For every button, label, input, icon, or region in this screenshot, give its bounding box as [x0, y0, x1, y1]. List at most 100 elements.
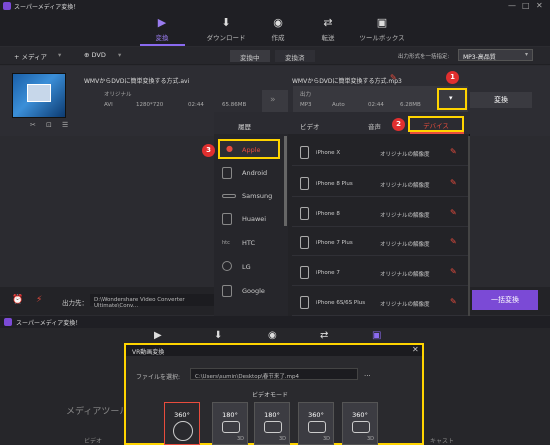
camera-icon [222, 421, 240, 433]
edit-icon[interactable]: ✎ [450, 208, 457, 217]
htc-logo-icon: htc [222, 240, 230, 246]
camera-icon [264, 421, 282, 433]
effect-icon[interactable]: ☰ [62, 121, 68, 129]
nav-label: ツールボックス [359, 34, 405, 42]
mode-degree: 180° [264, 411, 280, 419]
tab-converted[interactable]: 変換済 [275, 50, 315, 62]
device-row[interactable]: iPhone 7 オリジナルの解像度 ✎ [292, 260, 468, 286]
dvd-dropdown-icon[interactable]: ▾ [118, 51, 121, 59]
device-row[interactable]: iPhone 8 オリジナルの解像度 ✎ [292, 201, 468, 227]
alarm-clock-icon[interactable]: ⏰ [12, 295, 23, 305]
brand-samsung[interactable]: Samsung [214, 185, 286, 207]
device-name: iPhone X [316, 150, 341, 156]
convert-button[interactable]: 変換 [470, 92, 532, 108]
source-filename: WMVからDVDに簡単変換する方式.avi [84, 78, 190, 85]
nav-label: 変換 [155, 34, 169, 42]
minimize-icon[interactable]: — [508, 1, 516, 10]
brand-htc[interactable]: htc HTC [214, 232, 286, 254]
vr-mode-option[interactable]: 360° [164, 402, 200, 445]
vr-mode-option[interactable]: 360° 3D [342, 402, 378, 445]
vr-mode-option[interactable]: 180° 3D [254, 402, 290, 445]
device-row[interactable]: iPhone 6S/6S Plus オリジナルの解像度 ✎ [292, 290, 468, 316]
brand-google[interactable]: Google [214, 280, 286, 302]
mode-3d-label: 3D [236, 436, 244, 442]
edit-icon[interactable]: ✎ [450, 267, 457, 276]
toolbox-icon[interactable]: ▣ [372, 330, 381, 341]
disc-icon[interactable]: ◉ [268, 330, 277, 341]
edit-icon[interactable]: ✎ [450, 147, 457, 156]
src-resolution: 1280*720 [136, 102, 164, 108]
vr-mode-option[interactable]: 360° 3D [298, 402, 334, 445]
nav-convert[interactable]: ▶ 変換 [132, 16, 192, 42]
device-quality: オリジナルの解像度 [380, 272, 430, 278]
src-format: AVI [104, 102, 113, 108]
download-icon[interactable]: ⬇ [214, 330, 222, 341]
tab-video[interactable]: ビデオ [300, 121, 320, 131]
video-thumbnail[interactable] [12, 73, 66, 118]
output-path[interactable]: D:\Wondershare Video Converter Ultimate\… [90, 294, 214, 309]
crop-icon[interactable]: ⊡ [46, 121, 52, 129]
brand-label: Huawei [242, 215, 267, 223]
dst-format: MP3 [300, 102, 312, 108]
side-caption-right: キャスト [430, 438, 455, 445]
samsung-logo-icon [222, 194, 236, 198]
brand-lg[interactable]: LG [214, 256, 286, 278]
add-media-button[interactable]: + メディア [14, 51, 47, 61]
device-name: iPhone 7 Plus [316, 240, 353, 246]
lightning-icon[interactable]: ⚡ [36, 295, 42, 305]
edit-icon[interactable]: ✎ [450, 178, 457, 187]
close-icon[interactable]: ✕ [536, 1, 543, 10]
brand-huawei[interactable]: Huawei [214, 208, 286, 230]
format-dropdown-button[interactable]: ▾ [437, 88, 467, 110]
maximize-icon[interactable]: □ [522, 1, 530, 10]
output-label: 出力 [300, 92, 312, 98]
tab-audio[interactable]: 音声 [368, 121, 381, 131]
tab-device[interactable]: デバイス [408, 116, 464, 132]
transfer-icon[interactable]: ⇄ [320, 330, 328, 341]
brand-android[interactable]: Android [214, 162, 286, 184]
device-row[interactable]: iPhone X オリジナルの解像度 ✎ [292, 140, 468, 166]
brand-label: HTC [242, 239, 256, 247]
output-folder-label: 出力先： [62, 299, 88, 307]
step-badge-1: 1 [446, 71, 459, 84]
nav-transfer[interactable]: ⇄ 転送 [298, 16, 358, 42]
dialog-title: VR動画変換 [126, 345, 422, 356]
vr-mode-option[interactable]: 180° 3D [212, 402, 248, 445]
trim-icon[interactable]: ✂ [30, 121, 36, 129]
format-select[interactable]: MP3-高品質 ▾ [458, 49, 533, 61]
brand-label: Samsung [242, 192, 273, 200]
close-icon[interactable]: ✕ [412, 345, 419, 354]
apple-icon: ● [226, 144, 233, 153]
device-name: iPhone 8 [316, 211, 340, 217]
phone-icon [222, 285, 232, 297]
video-mode-label: ビデオモード [252, 392, 289, 399]
edit-icon[interactable]: ✎ [450, 237, 457, 246]
device-quality: オリジナルの解像度 [380, 152, 430, 158]
dst-size: 6.28MB [400, 102, 421, 108]
brand-label: Android [242, 169, 268, 177]
nav-toolbox[interactable]: ▣ ツールボックス [352, 16, 412, 42]
convert-all-button[interactable]: 一括変換 [472, 290, 538, 310]
tab-converting[interactable]: 変換中 [230, 50, 270, 62]
brand-scrollbar[interactable] [284, 136, 287, 226]
title-bar: スーパーメディア変換！ — □ ✕ [0, 0, 550, 12]
brand-apple[interactable]: ● Apple [218, 139, 280, 159]
browse-button[interactable]: ... [364, 370, 371, 378]
format-label: 出力形式を一括指定: [398, 54, 450, 60]
file-path-input[interactable]: C:\Users\sumin\Desktop\春节来了.mp4 [190, 368, 358, 380]
device-name: iPhone 7 [316, 270, 340, 276]
media-dropdown-icon[interactable]: ▾ [58, 51, 61, 59]
tab-history[interactable]: 履歴 [238, 121, 251, 131]
device-quality: オリジナルの解像度 [380, 302, 430, 308]
add-dvd-button[interactable]: ⊕ DVD [84, 51, 106, 59]
step-badge-3: 3 [202, 144, 215, 157]
nav-download[interactable]: ⬇ ダウンロード [196, 16, 256, 42]
device-tab-indicator [410, 132, 464, 134]
device-row[interactable]: iPhone 8 Plus オリジナルの解像度 ✎ [292, 171, 468, 197]
convert-icon[interactable]: ▶ [154, 330, 162, 341]
device-row[interactable]: iPhone 7 Plus オリジナルの解像度 ✎ [292, 230, 468, 256]
edit-icon[interactable]: ✎ [450, 297, 457, 306]
file-select-label: ファイルを選択: [136, 374, 181, 381]
mode-degree: 360° [174, 411, 190, 419]
edit-icon[interactable]: ✎ [390, 73, 397, 82]
